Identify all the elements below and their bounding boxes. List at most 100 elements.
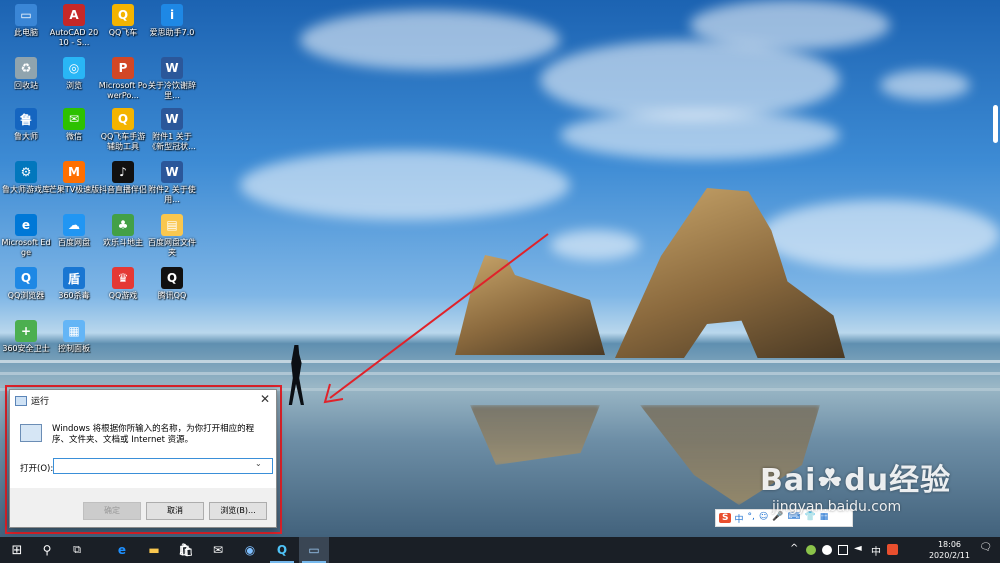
desktop-icon-label: 欢乐斗地主 — [103, 238, 143, 247]
browse-button[interactable]: 浏览(B)... — [209, 502, 267, 520]
search-button[interactable]: ⚲ — [32, 537, 62, 563]
qq-browser-icon: Q — [276, 543, 288, 557]
tray-chevron-icon[interactable]: ^ — [790, 543, 798, 554]
tray-sogou-icon[interactable] — [887, 544, 898, 555]
app-icon: A — [63, 4, 85, 26]
tray-app-icon[interactable] — [806, 545, 816, 555]
app-icon: M — [63, 161, 85, 183]
desktop-icon[interactable]: W 关于冷饮谢辞里... — [146, 57, 198, 101]
desktop-icon[interactable]: +360安全卫士 — [0, 320, 52, 354]
app-icon: W — [161, 57, 183, 79]
desktop-icon[interactable]: ▭ 此电脑 — [0, 4, 52, 38]
tray-network-icon[interactable] — [838, 545, 848, 555]
desktop-icon[interactable]: ▦ 控制面板 — [48, 320, 100, 354]
run-title: 运行 — [31, 397, 50, 407]
desktop-icon-label: 回收站 — [14, 81, 38, 90]
notification-icon[interactable]: 🗨 — [979, 542, 992, 553]
baidu-watermark: Bai☘du经验 jingyan.baidu.com — [760, 455, 951, 515]
app-icon: 盾 — [63, 267, 85, 289]
desktop-icon-label: 浏览 — [66, 81, 82, 90]
run-command-input[interactable] — [53, 458, 273, 474]
desktop-icon[interactable]: 鲁鲁大师 — [0, 108, 52, 142]
taskbar-app-browser[interactable]: ◉ — [235, 537, 265, 563]
run-description: Windows 将根据你所输入的名称，为你打开相应的程序、文件夹、文档或 Int… — [52, 424, 255, 445]
app-icon: Q — [112, 4, 134, 26]
desktop-icon-label: 芒果TV极速版 — [48, 185, 100, 194]
taskbar-app-store[interactable]: 🛍 — [171, 537, 201, 563]
explorer-icon: ▬ — [148, 543, 160, 557]
tray-time: 18:06 — [937, 540, 962, 549]
desktop-icon-label: 360杀毒 — [58, 291, 90, 300]
ok-button[interactable]: 确定 — [83, 502, 141, 520]
desktop-icon[interactable]: 盾 360杀毒 — [48, 267, 100, 301]
desktop-icon[interactable]: ⚙ 鲁大师游戏库 — [0, 161, 52, 195]
ime-item-icon[interactable]: °, — [748, 512, 755, 525]
app-icon: ▦ — [63, 320, 85, 342]
search-icon: ⚲ — [42, 543, 52, 557]
desktop-icon-label: 附件1 关于《新型冠状... — [148, 132, 196, 151]
taskbar-app-explorer[interactable]: ▬ — [139, 537, 169, 563]
taskbar-app-run[interactable]: ▭ — [299, 537, 329, 563]
desktop-icon[interactable]: ☁ 百度网盘 — [48, 214, 100, 248]
chevron-down-icon[interactable]: ⌄ — [255, 459, 262, 468]
app-icon: i — [161, 4, 183, 26]
desktop-icon-label: 控制面板 — [58, 344, 90, 353]
desktop-icon[interactable]: ♣ 欢乐斗地主 — [97, 214, 149, 248]
windows-icon: ⊞ — [11, 542, 23, 558]
tray-ime-cn[interactable]: 中 — [871, 543, 881, 558]
watermark-url: jingyan.baidu.com — [772, 499, 902, 515]
desktop-icon[interactable]: Q 腾讯QQ — [146, 267, 198, 301]
desktop-icon[interactable]: Q QQ飞车 — [97, 4, 149, 38]
app-icon: Q — [161, 267, 183, 289]
ime-item-icon[interactable]: 中 — [734, 512, 743, 525]
desktop-icon[interactable]: W 附件1 关于《新型冠状... — [146, 108, 198, 152]
tray-clock[interactable]: 18:06 2020/2/11 — [929, 539, 970, 561]
desktop-icon-label: QQ游戏 — [108, 291, 138, 300]
desktop-icon[interactable]: ▤ 百度网盘文件夹 — [146, 214, 198, 258]
desktop-icon-label: 此电脑 — [14, 28, 38, 37]
app-icon: ✉ — [63, 108, 85, 130]
sogou-logo-icon[interactable]: S — [719, 513, 732, 523]
desktop-icon[interactable]: P Microsoft PowerPo... — [97, 57, 149, 101]
desktop-icon-label: 360安全卫士 — [2, 344, 50, 353]
app-icon: ♻ — [15, 57, 37, 79]
desktop-icon-label: AutoCAD 2010 - S... — [49, 28, 99, 47]
run-title-bar[interactable]: 运行 — [15, 394, 49, 407]
desktop-icon-label: Microsoft Edge — [1, 238, 51, 257]
desktop-icon[interactable]: ♪ 抖音直播伴侣 — [97, 161, 149, 195]
desktop-icon[interactable]: i 爱思助手7.0 — [146, 4, 198, 38]
taskbar-app-mail[interactable]: ✉ — [203, 537, 233, 563]
desktop-icon[interactable]: ◎ 浏览 — [48, 57, 100, 91]
desktop-icon-label: 附件2 关于使用... — [148, 185, 196, 204]
app-icon: 鲁 — [15, 108, 37, 130]
store-icon: 🛍 — [178, 543, 194, 557]
tray-date: 2020/2/11 — [928, 551, 970, 560]
desktop-icon[interactable]: W 附件2 关于使用... — [146, 161, 198, 205]
desktop-icon-label: QQ飞车 — [108, 28, 138, 37]
cancel-button[interactable]: 取消 — [146, 502, 204, 520]
desktop-icon[interactable]: A AutoCAD 2010 - S... — [48, 4, 100, 48]
browser-icon: ◉ — [244, 543, 256, 557]
tray-qq-icon[interactable] — [822, 545, 832, 555]
app-icon: ♪ — [112, 161, 134, 183]
taskbar-app-qq-browser[interactable]: Q — [267, 537, 297, 563]
tray-volume-icon[interactable]: ◄ — [854, 543, 862, 554]
desktop-icon[interactable]: Q QQ浏览器 — [0, 267, 52, 301]
app-icon: e — [15, 214, 37, 236]
run-icon: ▭ — [308, 543, 320, 557]
desktop-icon[interactable]: ♻ 回收站 — [0, 57, 52, 91]
desktop-icon[interactable]: M 芒果TV极速版 — [48, 161, 100, 195]
mail-icon: ✉ — [212, 543, 224, 557]
desktop-icon[interactable]: ♛ QQ游戏 — [97, 267, 149, 301]
task-view-button[interactable]: ⧉ — [62, 537, 92, 563]
app-icon: W — [161, 161, 183, 183]
app-icon: ▤ — [161, 214, 183, 236]
app-icon: W — [161, 108, 183, 130]
desktop-icon[interactable]: Q QQ飞车手游辅助工具 — [97, 108, 149, 152]
desktop-icon-label: 爱思助手7.0 — [149, 28, 195, 37]
taskbar-app-edge[interactable]: e — [107, 537, 137, 563]
desktop-icon[interactable]: ✉ 微信 — [48, 108, 100, 142]
start-button[interactable]: ⊞ — [2, 537, 32, 563]
desktop-icon[interactable]: e Microsoft Edge — [0, 214, 52, 258]
close-icon[interactable]: ✕ — [260, 392, 270, 406]
